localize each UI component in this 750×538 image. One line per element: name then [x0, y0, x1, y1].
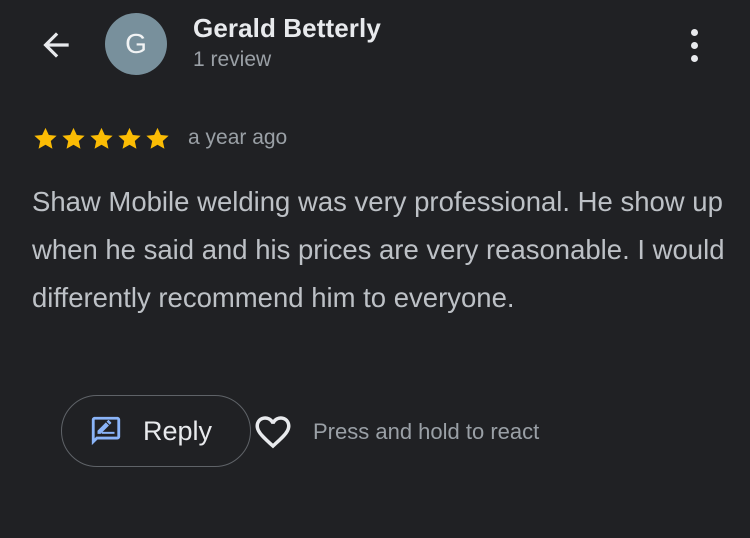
review-count: 1 review: [193, 48, 272, 71]
more-vert-icon-dot: [690, 41, 698, 49]
more-options-button[interactable]: [672, 20, 716, 70]
star-filled-icon: [146, 127, 169, 149]
rating-row: a year ago: [32, 122, 287, 154]
heart-outline-icon: [255, 416, 291, 449]
review-time: a year ago: [188, 126, 288, 149]
star-filled-icon: [34, 127, 57, 149]
back-button[interactable]: [30, 24, 82, 66]
arrow-left-icon: [43, 32, 69, 58]
review-text: Shaw Mobile welding was very professiona…: [32, 186, 725, 313]
avatar-initial: G: [125, 28, 147, 59]
react-heart-button[interactable]: [251, 410, 295, 454]
react-hint-text: Press and hold to react: [313, 419, 540, 444]
reply-edit-icon: [91, 416, 121, 446]
reviewer-name[interactable]: Gerald Betterly: [193, 13, 381, 44]
reply-label: Reply: [143, 415, 213, 446]
reply-button[interactable]: Reply: [61, 395, 251, 467]
star-filled-icon: [118, 127, 141, 149]
more-vert-icon-dot: [690, 54, 698, 62]
more-vert-icon: [690, 28, 698, 36]
star-rating: [32, 125, 171, 152]
star-filled-icon: [62, 127, 85, 149]
star-filled-icon: [90, 127, 113, 149]
avatar[interactable]: G: [105, 13, 167, 75]
